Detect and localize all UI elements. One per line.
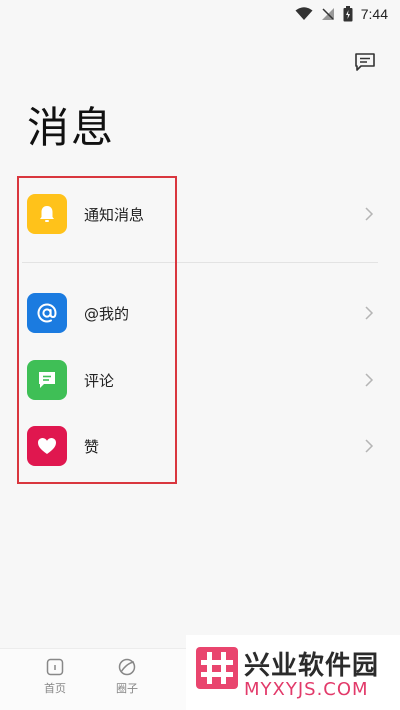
tab-home-label: 首页 — [44, 682, 66, 695]
circle-icon — [118, 658, 136, 676]
wifi-icon — [295, 7, 313, 20]
page-title: 消息 — [27, 103, 116, 152]
tab-home[interactable]: 首页 — [25, 657, 85, 705]
chat-bubble-icon — [355, 53, 375, 71]
chevron-right-icon — [365, 306, 374, 320]
hash-logo-icon — [196, 647, 238, 689]
watermark: 兴业软件园 MYXYJS.COM — [186, 635, 400, 710]
chevron-right-icon — [365, 207, 374, 221]
home-icon — [46, 658, 64, 676]
highlight-box — [17, 176, 177, 484]
chevron-right-icon — [365, 373, 374, 387]
signal-icon — [321, 8, 334, 20]
watermark-title: 兴业软件园 — [244, 651, 380, 681]
tab-circle[interactable]: 圈子 — [97, 657, 157, 705]
watermark-subtitle: MYXYJS.COM — [244, 679, 369, 700]
status-bar: 7:44 — [0, 0, 400, 28]
battery-icon — [343, 6, 353, 22]
chat-button[interactable] — [352, 50, 378, 74]
chevron-right-icon — [365, 439, 374, 453]
status-time: 7:44 — [360, 6, 388, 22]
tab-circle-label: 圈子 — [116, 682, 138, 695]
